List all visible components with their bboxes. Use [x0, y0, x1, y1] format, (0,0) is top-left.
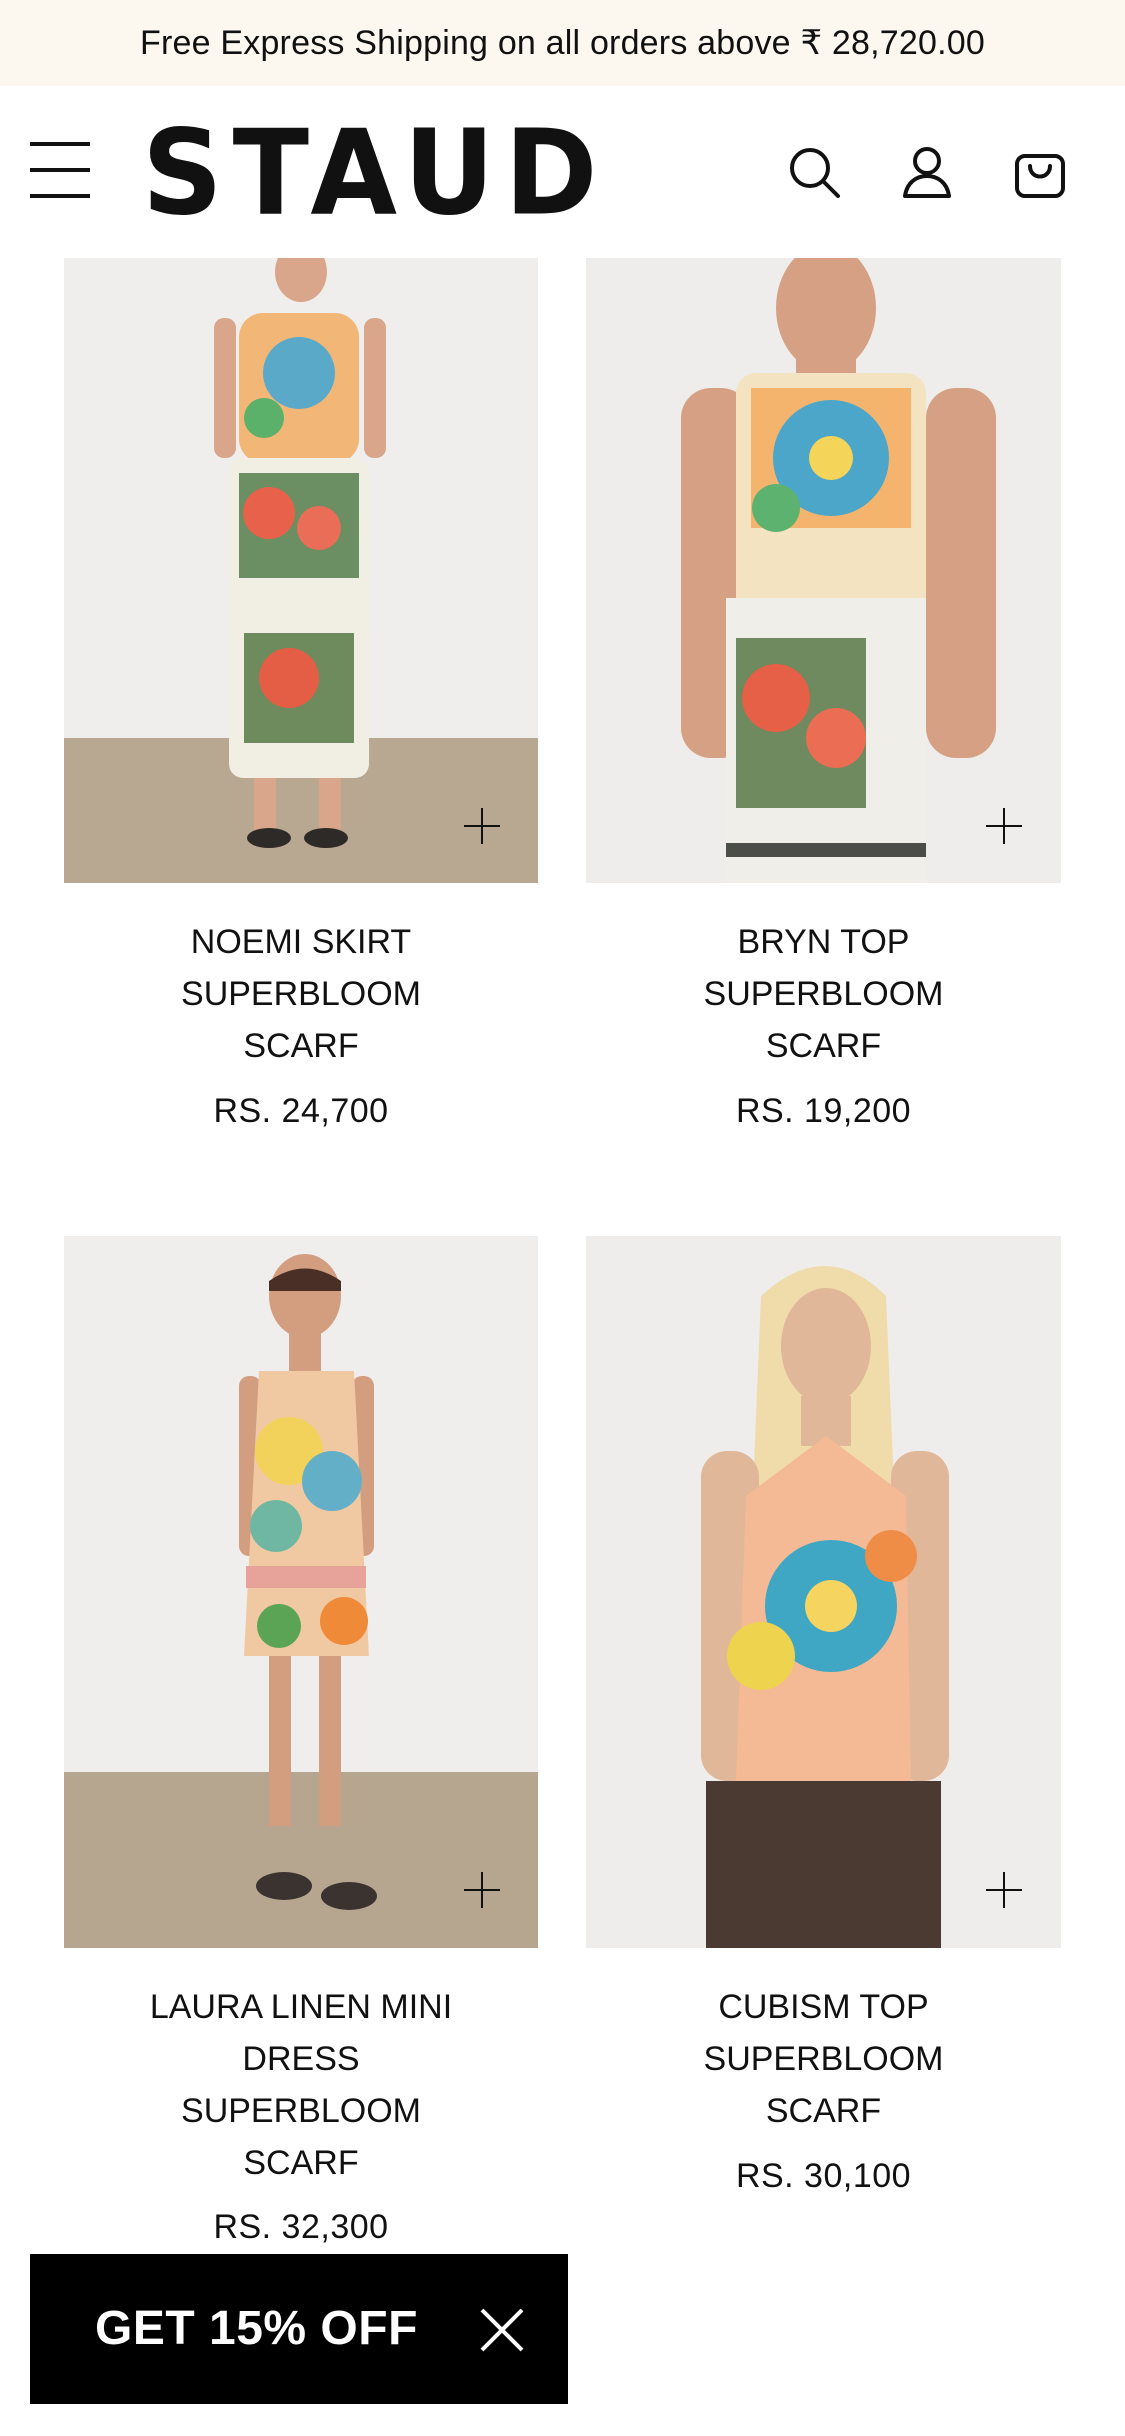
product-image-laura-linen-mini-dress[interactable] — [64, 1236, 538, 1948]
add-to-cart-plus-icon[interactable] — [464, 808, 500, 844]
product-price: RS. 24,700 — [213, 1092, 389, 1130]
menu-icon[interactable] — [30, 142, 90, 198]
product-price: RS. 30,100 — [735, 2157, 912, 2195]
account-icon[interactable] — [899, 144, 955, 200]
announcement-banner: Free Express Shipping on all orders abov… — [0, 0, 1125, 86]
shipping-message: Free Express Shipping on all orders abov… — [140, 24, 985, 62]
discount-promo-banner[interactable]: GET 15% OFF — [30, 2254, 568, 2404]
product-name[interactable]: LAURA LINEN MINI DRESS SUPERBLOOM SCARF — [64, 1981, 538, 2189]
add-to-cart-plus-icon[interactable] — [986, 1872, 1022, 1908]
site-header: STAUD — [0, 86, 1125, 258]
add-to-cart-plus-icon[interactable] — [464, 1872, 500, 1908]
product-image-cubism-top[interactable] — [586, 1236, 1061, 1948]
product-price: RS. 32,300 — [213, 2208, 389, 2246]
product-name[interactable]: CUBISM TOP SUPERBLOOM SCARF — [586, 1981, 1061, 2137]
product-name[interactable]: NOEMI SKIRT SUPERBLOOM SCARF — [64, 916, 538, 1072]
product-name[interactable]: BRYN TOP SUPERBLOOM SCARF — [586, 916, 1061, 1072]
add-to-cart-plus-icon[interactable] — [986, 808, 1022, 844]
search-icon[interactable] — [786, 144, 842, 200]
close-icon[interactable] — [478, 2306, 526, 2354]
product-image-bryn-top[interactable] — [586, 258, 1061, 883]
promo-label[interactable]: GET 15% OFF — [95, 2254, 418, 2404]
product-image-noemi-skirt[interactable] — [64, 258, 538, 883]
brand-logo[interactable]: STAUD — [142, 115, 608, 233]
product-price: RS. 19,200 — [735, 1092, 912, 1130]
cart-icon[interactable] — [1012, 144, 1068, 200]
